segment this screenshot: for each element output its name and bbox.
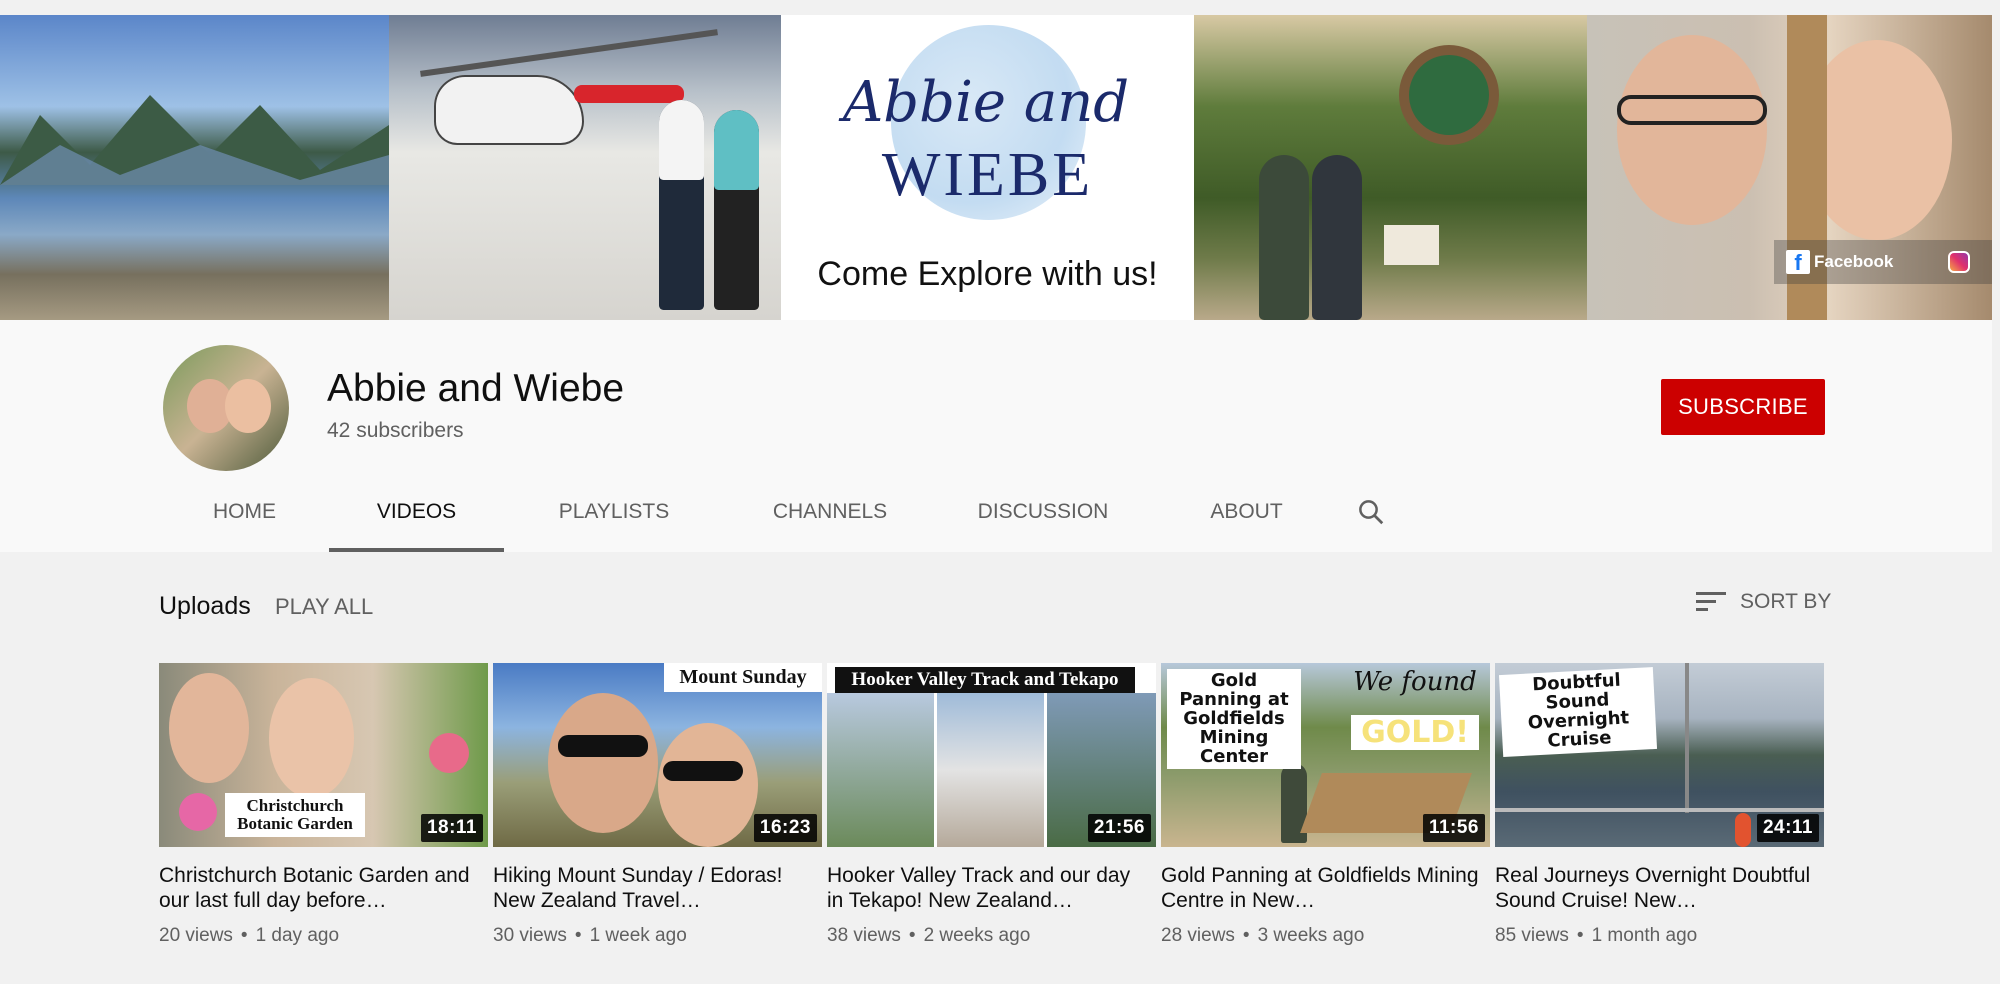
banner-photo-helicopter [389, 15, 781, 320]
video-thumbnail[interactable]: Doubtful Sound Overnight Cruise 24:11 [1495, 663, 1824, 847]
video-card[interactable]: Gold Panning at Goldfields Mining Center… [1161, 663, 1490, 947]
uploads-heading: Uploads [159, 592, 251, 620]
instagram-icon[interactable] [1948, 251, 1970, 273]
video-duration: 11:56 [1422, 814, 1485, 842]
channel-name: Abbie and Wiebe [327, 367, 625, 410]
subscriber-count: 42 subscribers [327, 419, 464, 442]
logo-caps-text: WIEBE [881, 141, 1094, 209]
facebook-link[interactable]: Facebook [1814, 252, 1893, 272]
video-grid: Christchurch Botanic Garden 18:11 Christ… [159, 663, 1829, 947]
subscribe-button[interactable]: SUBSCRIBE [1661, 379, 1825, 435]
play-all-button[interactable]: PLAY ALL [275, 594, 373, 620]
logo-script-text: Abbie and [842, 70, 1130, 135]
video-title[interactable]: Christchurch Botanic Garden and our last… [159, 863, 477, 913]
video-age: 1 month ago [1591, 925, 1698, 946]
thumb-caption: Gold Panning at Goldfields Mining Center [1167, 669, 1301, 770]
video-card[interactable]: Christchurch Botanic Garden 18:11 Christ… [159, 663, 488, 947]
thumb-caption-gold: GOLD! [1351, 715, 1479, 750]
video-age: 2 weeks ago [923, 925, 1031, 946]
sort-icon [1696, 592, 1726, 611]
channel-tabs: HOME VIDEOS PLAYLISTS CHANNELS DISCUSSIO… [160, 471, 1399, 552]
video-title[interactable]: Hooker Valley Track and our day in Tekap… [827, 863, 1145, 913]
sort-by-label: SORT BY [1740, 590, 1832, 613]
video-thumbnail[interactable]: Mount Sunday 16:23 [493, 663, 822, 847]
video-meta: 85 views • 1 month ago [1495, 925, 1698, 946]
channel-banner: Abbie and WIEBE Come Explore with us! [0, 15, 1992, 320]
video-duration: 21:56 [1087, 814, 1151, 842]
video-views: 20 views [159, 925, 233, 946]
video-duration: 18:11 [420, 814, 483, 842]
video-meta: 20 views • 1 day ago [159, 925, 340, 946]
video-duration: 24:11 [1756, 814, 1819, 842]
video-age: 1 day ago [255, 925, 340, 946]
banner-logo: Abbie and WIEBE Come Explore with us! [781, 15, 1194, 320]
video-title[interactable]: Gold Panning at Goldfields Mining Centre… [1161, 863, 1479, 913]
video-thumbnail[interactable]: Christchurch Botanic Garden 18:11 [159, 663, 488, 847]
video-age: 3 weeks ago [1257, 925, 1365, 946]
tab-home[interactable]: HOME [160, 471, 329, 552]
video-views: 28 views [1161, 925, 1235, 946]
video-title[interactable]: Real Journeys Overnight Doubtful Sound C… [1495, 863, 1813, 913]
video-meta: 28 views • 3 weeks ago [1161, 925, 1365, 946]
tab-channels[interactable]: CHANNELS [724, 471, 936, 552]
channel-header: Abbie and Wiebe 42 subscribers SUBSCRIBE… [0, 320, 1992, 552]
thumb-caption: Hooker Valley Track and Tekapo [835, 667, 1135, 693]
video-card[interactable]: Hooker Valley Track and Tekapo 21:56 Hoo… [827, 663, 1156, 947]
video-meta: 30 views • 1 week ago [493, 925, 687, 946]
sort-by-button[interactable]: SORT BY [1696, 590, 1831, 614]
video-thumbnail[interactable]: Gold Panning at Goldfields Mining Center… [1161, 663, 1490, 847]
banner-photo-hobbiton [1194, 15, 1587, 320]
tab-discussion[interactable]: DISCUSSION [936, 471, 1150, 552]
tab-about[interactable]: ABOUT [1150, 471, 1343, 552]
thumb-caption: Mount Sunday [664, 663, 822, 692]
mountain-shapes [0, 95, 389, 185]
video-views: 85 views [1495, 925, 1569, 946]
video-title[interactable]: Hiking Mount Sunday / Edoras! New Zealan… [493, 863, 811, 913]
banner-photo-milford-sound [0, 15, 389, 320]
tab-videos[interactable]: VIDEOS [329, 471, 504, 552]
video-card[interactable]: Mount Sunday 16:23 Hiking Mount Sunday /… [493, 663, 822, 947]
video-meta: 38 views • 2 weeks ago [827, 925, 1031, 946]
video-views: 30 views [493, 925, 567, 946]
facebook-icon[interactable]: f [1786, 250, 1810, 274]
channel-search-icon[interactable] [1343, 471, 1399, 552]
thumb-caption-we-found: We found [1353, 667, 1477, 697]
video-thumbnail[interactable]: Hooker Valley Track and Tekapo 21:56 [827, 663, 1156, 847]
tab-playlists[interactable]: PLAYLISTS [504, 471, 724, 552]
thumb-caption: Doubtful Sound Overnight Cruise [1498, 667, 1658, 757]
banner-tagline: Come Explore with us! [817, 255, 1158, 293]
banner-social-links: f Facebook [1774, 240, 1992, 284]
thumb-caption: Christchurch Botanic Garden [225, 793, 365, 837]
video-card[interactable]: Doubtful Sound Overnight Cruise 24:11 Re… [1495, 663, 1824, 947]
video-views: 38 views [827, 925, 901, 946]
avatar[interactable] [163, 345, 289, 471]
video-age: 1 week ago [589, 925, 687, 946]
video-duration: 16:23 [753, 814, 817, 842]
